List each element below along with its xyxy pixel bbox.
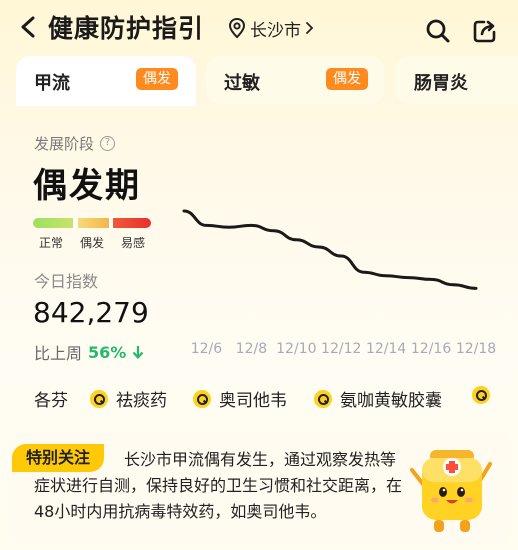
drug-item[interactable]: 氨咖黄敏胶囊 <box>314 386 442 411</box>
card-background <box>0 104 518 134</box>
drug-label: 氨咖黄敏胶囊 <box>340 391 442 411</box>
stage-value: 偶发期 <box>33 166 141 206</box>
stage-scale-labels: 正常 偶发 易感 <box>33 234 153 250</box>
weekly-compare: 比上周 56% <box>34 340 144 364</box>
tab-label: 过敏 <box>224 73 260 94</box>
tab-label: 甲流 <box>34 73 70 94</box>
scale-label-occasional: 偶发 <box>80 236 105 250</box>
x-tick-label: 12/14 <box>366 341 406 357</box>
help-icon[interactable]: ? <box>100 136 116 151</box>
trend-line-chart: 12/6 12/8 12/10 12/12 12/14 12/16 12/18 <box>182 209 496 357</box>
medicine-box-mascot <box>410 450 492 532</box>
x-tick-label: 12/16 <box>411 341 451 357</box>
page-title: 健康防护指引 <box>48 14 205 43</box>
disease-tabs: 甲流 偶发 过敏 偶发 肠胃炎 <box>0 56 518 110</box>
back-icon[interactable] <box>16 13 42 41</box>
search-icon <box>193 389 211 408</box>
stage-label: 发展阶段 ? <box>34 133 116 154</box>
search-icon <box>472 386 490 404</box>
location-pin-icon <box>228 17 246 39</box>
location-label: 长沙市 <box>250 20 301 41</box>
stage-label-text: 发展阶段 <box>34 135 95 153</box>
header: 健康防护指引 长沙市 <box>0 0 518 58</box>
search-icon <box>314 389 332 408</box>
index-label: 今日指数 <box>34 272 99 291</box>
drug-lead: 各芬 <box>34 391 68 411</box>
notice-text: 长沙市甲流偶有发生，通过观察发热等症状进行自测，保持良好的卫生习惯和社交距离，在… <box>34 450 403 521</box>
drug-label: 奥司他韦 <box>219 391 287 411</box>
x-tick-label: 12/8 <box>236 341 267 357</box>
scale-label-susceptible: 易感 <box>121 236 146 250</box>
tab-badge: 偶发 <box>136 68 178 90</box>
x-tick-label: 12/18 <box>456 341 496 357</box>
x-tick-label: 12/12 <box>321 341 361 357</box>
index-value: 842,279 <box>33 296 149 329</box>
drug-row: 各芬 祛痰药 奥司他韦 氨咖黄敏胶囊 <box>0 378 518 418</box>
drug-item[interactable]: 祛痰药 <box>90 386 167 411</box>
arrow-down-icon <box>132 346 144 359</box>
location-selector[interactable]: 长沙市 <box>228 16 315 41</box>
tab-label: 肠胃炎 <box>414 73 468 94</box>
series-line <box>182 209 478 290</box>
tab-allergy[interactable]: 过敏 偶发 <box>206 56 384 104</box>
share-icon[interactable] <box>472 18 498 44</box>
tab-gastroenteritis[interactable]: 肠胃炎 <box>395 56 518 104</box>
x-tick-label: 12/6 <box>191 341 223 357</box>
tab-flu-a[interactable]: 甲流 偶发 <box>16 56 196 106</box>
search-icon <box>90 389 108 408</box>
tab-badge: 偶发 <box>326 68 368 90</box>
compare-label: 比上周 <box>34 344 83 363</box>
drug-label: 祛痰药 <box>116 391 167 411</box>
compare-value: 56% <box>88 342 127 362</box>
search-icon[interactable] <box>425 18 451 44</box>
stage-scale-bar <box>33 218 151 228</box>
scale-label-normal: 正常 <box>39 236 64 250</box>
drug-item-more[interactable] <box>472 386 490 404</box>
chevron-right-icon <box>306 22 314 34</box>
drug-item[interactable]: 奥司他韦 <box>193 386 287 411</box>
x-tick-label: 12/10 <box>276 341 316 357</box>
